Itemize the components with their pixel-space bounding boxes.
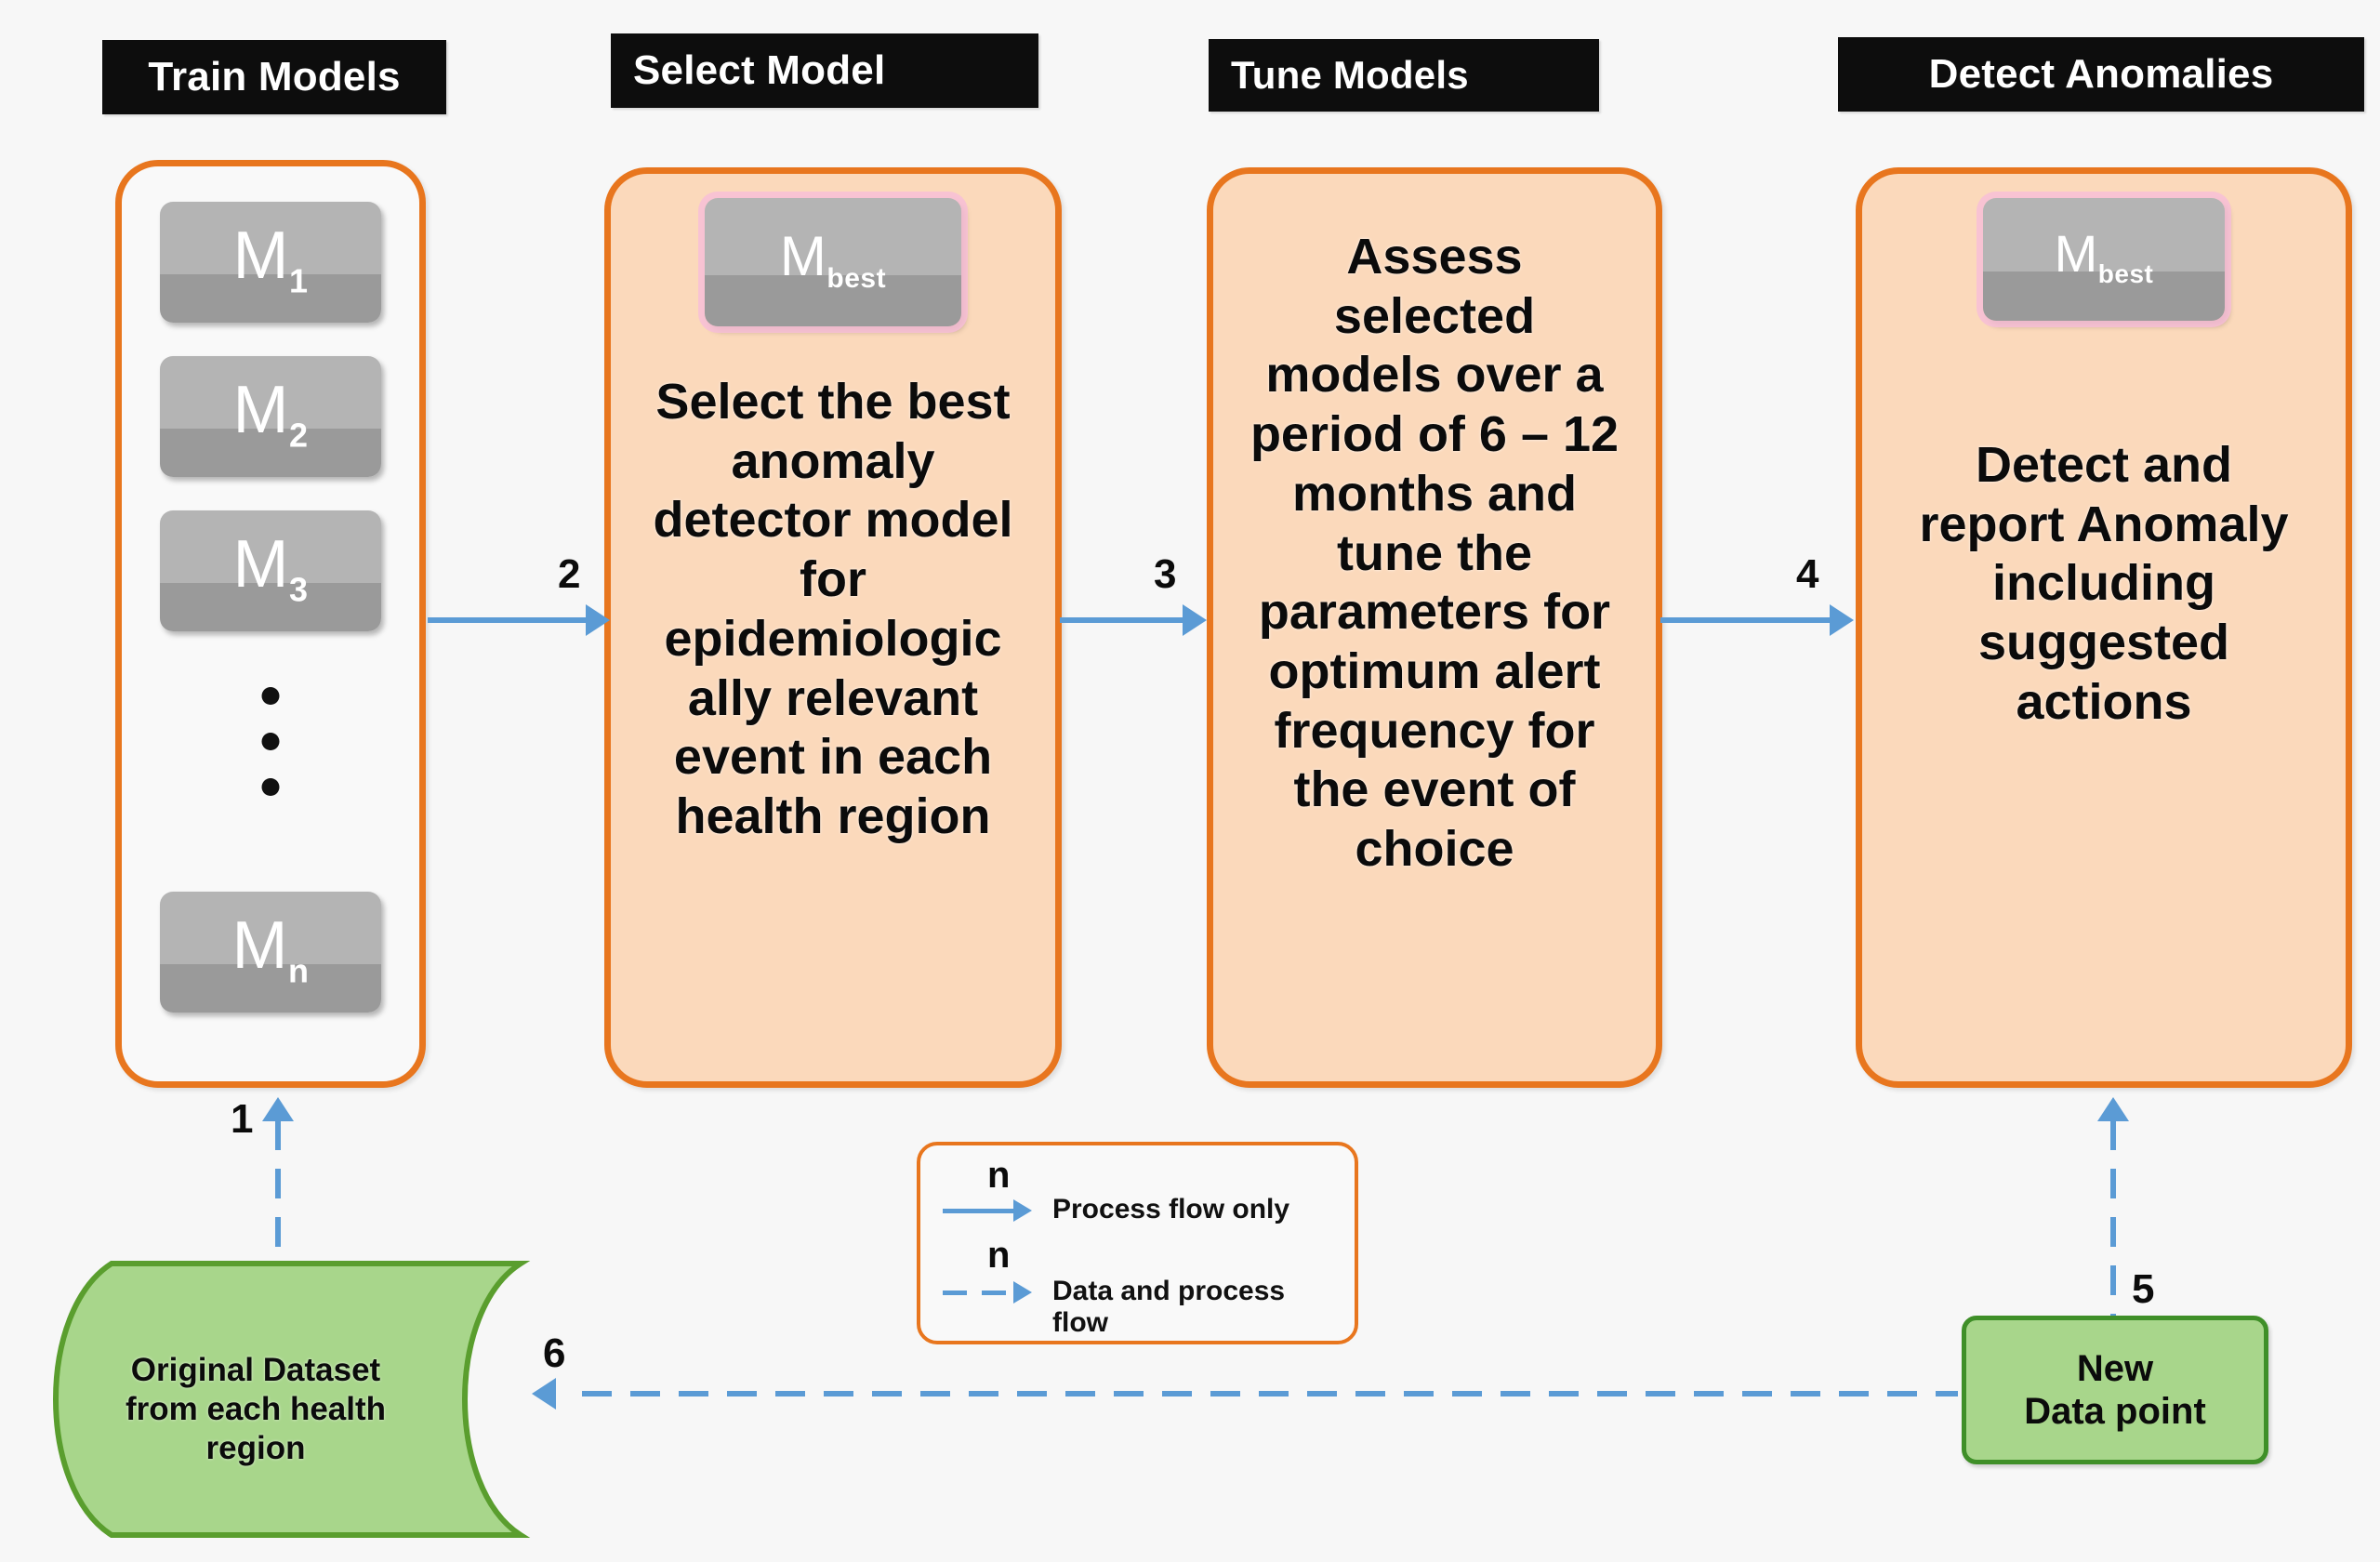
- ellipsis-dots: [261, 687, 280, 796]
- original-dataset-line-3: region: [205, 1430, 306, 1466]
- legend-box: n Process flow only n Data and process f…: [917, 1142, 1358, 1344]
- connector-5-arrowhead: [2097, 1097, 2129, 1121]
- model-chip-mbest-detect[interactable]: Mbest: [1983, 198, 2225, 321]
- stage-train-models[interactable]: M1 M2 M3 Mn: [115, 160, 426, 1088]
- banner-select-model-label: Select Model: [633, 47, 886, 93]
- model-chip-m3[interactable]: M3: [160, 510, 381, 631]
- model-chip-m3-symbol: M3: [232, 527, 309, 609]
- banner-detect-anomalies: Detect Anomalies: [1838, 37, 2364, 112]
- connector-2-arrowhead: [586, 604, 610, 636]
- model-chip-m1-symbol: M1: [232, 218, 309, 300]
- banner-select-model: Select Model: [611, 33, 1038, 108]
- connector-6-line: [582, 1391, 1958, 1397]
- model-chip-mn[interactable]: Mn: [160, 892, 381, 1013]
- banner-tune-models-label: Tune Models: [1231, 53, 1469, 97]
- stage-tune-models[interactable]: Assess selected models over a period of …: [1207, 167, 1662, 1088]
- dot-3: [261, 778, 280, 796]
- stage-tune-models-text: Assess selected models over a period of …: [1250, 229, 1620, 878]
- node-new-data-point[interactable]: New Data point: [1962, 1316, 2268, 1464]
- new-data-point-line-1: New: [2076, 1348, 2154, 1389]
- dot-2: [261, 733, 280, 750]
- legend-row-2-n: n: [987, 1235, 1011, 1276]
- new-data-point-label: New Data point: [2024, 1347, 2206, 1433]
- legend-row-1-line: [943, 1209, 1017, 1213]
- banner-train-models-label: Train Models: [148, 54, 401, 99]
- node-original-dataset-label: Original Dataset from each health region: [84, 1351, 428, 1468]
- banner-train-models: Train Models: [102, 40, 446, 114]
- node-original-dataset[interactable]: Original Dataset from each health region: [28, 1260, 604, 1539]
- legend-row-1-n: n: [987, 1155, 1011, 1196]
- connector-2-label: 2: [558, 551, 581, 597]
- original-dataset-line-1: Original Dataset: [130, 1352, 381, 1388]
- legend-row-1-arrowhead: [1013, 1199, 1032, 1222]
- legend-row-1-label: Process flow only: [1052, 1194, 1290, 1224]
- stage-detect-anomalies-text: Detect and report Anomaly including sugg…: [1919, 437, 2289, 730]
- diagram-canvas: Train Models Select Model Tune Models De…: [0, 0, 2380, 1562]
- connector-3-label: 3: [1154, 551, 1177, 597]
- connector-2-line: [428, 617, 588, 623]
- dot-1: [261, 687, 280, 705]
- banner-detect-anomalies-label: Detect Anomalies: [1928, 51, 2274, 97]
- legend-row-2-arrowhead: [1013, 1281, 1032, 1304]
- connector-1-arrowhead: [262, 1097, 294, 1121]
- banner-tune-models: Tune Models: [1209, 39, 1599, 112]
- model-chip-m2[interactable]: M2: [160, 356, 381, 477]
- new-data-point-line-2: Data point: [2024, 1391, 2206, 1432]
- connector-1-label: 1: [231, 1096, 254, 1142]
- model-chip-mn-symbol: Mn: [231, 908, 310, 990]
- model-chip-m1[interactable]: M1: [160, 202, 381, 323]
- connector-4-arrowhead: [1830, 604, 1854, 636]
- model-chip-mbest-detect-symbol: Mbest: [2054, 223, 2154, 289]
- connector-3-line: [1060, 617, 1184, 623]
- model-chip-mbest-select[interactable]: Mbest: [705, 198, 961, 326]
- stage-detect-anomalies[interactable]: Mbest Detect and report Anomaly includin…: [1856, 167, 2352, 1088]
- model-chip-m2-symbol: M2: [232, 373, 309, 455]
- connector-4-line: [1660, 617, 1831, 623]
- connector-5-line: [2110, 1120, 2116, 1339]
- connector-4-label: 4: [1796, 551, 1819, 597]
- legend-row-2-label: Data and process flow: [1052, 1276, 1286, 1338]
- connector-5-label: 5: [2132, 1266, 2155, 1312]
- model-chip-mbest-select-symbol: Mbest: [779, 224, 887, 294]
- connector-3-arrowhead: [1183, 604, 1207, 636]
- stage-select-model[interactable]: Mbest Select the best anomaly detector m…: [604, 167, 1062, 1088]
- original-dataset-line-2: from each health: [125, 1391, 387, 1427]
- legend-row-2-line: [943, 1291, 1015, 1295]
- stage-select-model-text: Select the best anomaly detector model f…: [653, 374, 1013, 845]
